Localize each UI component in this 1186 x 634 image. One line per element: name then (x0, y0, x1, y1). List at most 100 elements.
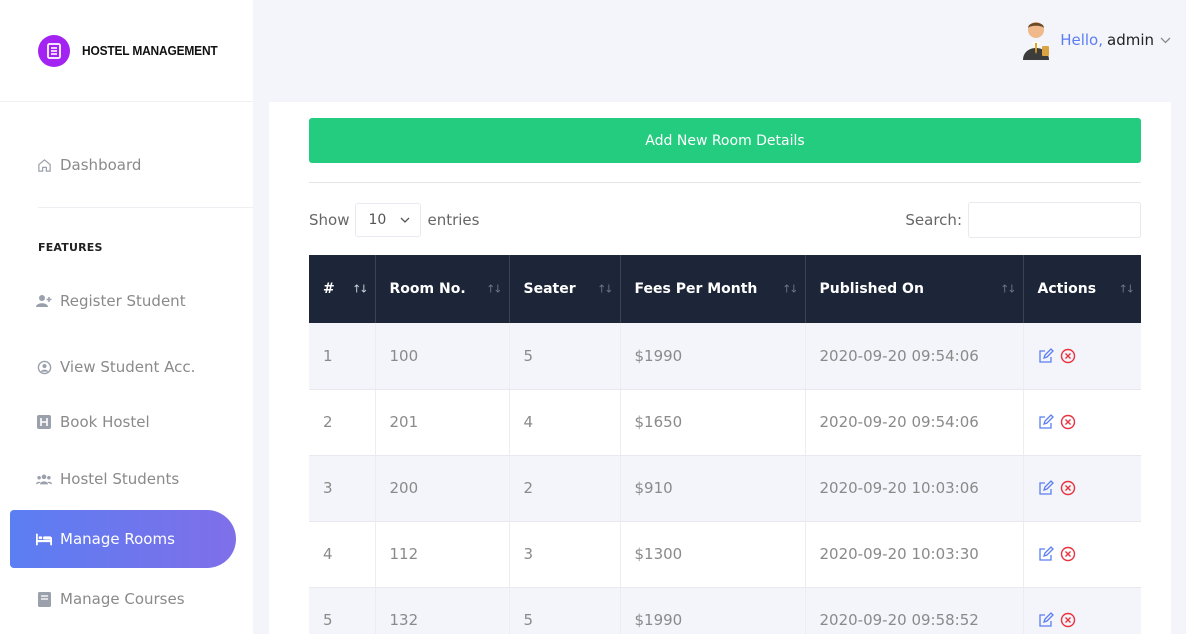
sidebar-item-label: Manage Rooms (60, 530, 175, 548)
user-menu[interactable]: Hello, admin (1020, 20, 1172, 60)
cell-fees: $910 (620, 455, 806, 522)
entries-label: entries (427, 211, 480, 229)
cell-number: 4 (309, 521, 376, 588)
table-header-row: # ↑↓ Room No. ↑↓ Seater ↑↓ Fees Per Month ↑↓… (309, 255, 1141, 323)
top-header: Hello, admin (253, 0, 1186, 102)
show-label: Show (309, 211, 350, 229)
cell-published-on: 2020-09-20 10:03:06 (805, 455, 1024, 522)
hotel-icon (36, 414, 52, 430)
sort-icon: ↑↓ (352, 282, 369, 296)
cell-seater: 2 (509, 455, 621, 522)
user-plus-icon (36, 293, 52, 309)
cell-fees: $1990 (620, 323, 806, 390)
edit-icon[interactable] (1038, 546, 1054, 562)
search-label: Search: (905, 211, 962, 229)
main-panel: Add New Room Details Show 10 entries Sea… (269, 102, 1171, 634)
edit-icon[interactable] (1038, 612, 1054, 628)
column-header-seater[interactable]: Seater ↑↓ (509, 255, 621, 323)
edit-icon[interactable] (1038, 414, 1054, 430)
cell-published-on: 2020-09-20 10:03:30 (805, 521, 1024, 588)
username: admin (1107, 31, 1154, 49)
edit-icon[interactable] (1038, 480, 1054, 496)
sidebar-item-manage-rooms[interactable]: Manage Rooms (10, 510, 236, 568)
cell-number: 2 (309, 389, 376, 456)
sidebar-item-dashboard[interactable]: Dashboard (10, 136, 236, 194)
users-icon (36, 471, 52, 487)
sidebar-item-label: Manage Courses (60, 590, 185, 608)
greeting-text: Hello, (1060, 31, 1103, 49)
cell-published-on: 2020-09-20 09:58:52 (805, 587, 1024, 634)
rooms-table: # ↑↓ Room No. ↑↓ Seater ↑↓ Fees Per Month ↑↓… (309, 255, 1141, 634)
add-new-room-button[interactable]: Add New Room Details (309, 118, 1141, 163)
sort-icon: ↑↓ (1118, 282, 1136, 296)
divider (309, 182, 1141, 183)
bed-icon (36, 531, 52, 547)
cell-room-no: 132 (375, 587, 510, 634)
user-circle-icon (36, 359, 52, 375)
sidebar-divider (38, 207, 253, 208)
cell-fees: $1650 (620, 389, 806, 456)
sidebar-section-label: FEATURES (38, 241, 103, 254)
chevron-down-icon (400, 217, 410, 223)
sort-icon: ↑↓ (486, 282, 503, 296)
cell-seater: 5 (509, 323, 621, 390)
edit-icon[interactable] (1038, 347, 1054, 364)
hostel-logo-icon (38, 34, 70, 67)
delete-icon[interactable] (1060, 414, 1076, 430)
avatar (1020, 20, 1052, 60)
entries-select-value: 10 (368, 212, 387, 228)
cell-number: 3 (309, 455, 376, 522)
sidebar-item-book-hostel[interactable]: Book Hostel (10, 393, 236, 451)
sort-icon: ↑↓ (782, 282, 799, 296)
column-header-published-on[interactable]: Published On ↑↓ (805, 255, 1024, 323)
brand[interactable]: HOSTEL MANAGEMENT (0, 0, 253, 102)
cell-actions (1023, 587, 1141, 634)
cell-room-no: 100 (375, 323, 510, 390)
cell-seater: 4 (509, 389, 621, 456)
table-row: 5 132 5 $1990 2020-09-20 09:58:52 (309, 587, 1141, 634)
sidebar-item-register-student[interactable]: Register Student (10, 272, 236, 330)
cell-room-no: 200 (375, 455, 510, 522)
table-row: 1 100 5 $1990 2020-09-20 09:54:06 (309, 323, 1141, 390)
cell-actions (1023, 389, 1141, 456)
sidebar-item-manage-courses[interactable]: Manage Courses (10, 570, 236, 628)
delete-icon[interactable] (1060, 612, 1076, 628)
sidebar-item-hostel-students[interactable]: Hostel Students (10, 450, 236, 508)
delete-icon[interactable] (1060, 480, 1076, 496)
chevron-down-icon (1160, 34, 1172, 46)
cell-room-no: 201 (375, 389, 510, 456)
table-row: 2 201 4 $1650 2020-09-20 09:54:06 (309, 389, 1141, 456)
cell-fees: $1300 (620, 521, 806, 588)
book-icon (36, 591, 52, 607)
sidebar-item-view-student-acc[interactable]: View Student Acc. (10, 338, 236, 396)
column-header-room-no[interactable]: Room No. ↑↓ (375, 255, 510, 323)
cell-published-on: 2020-09-20 09:54:06 (805, 389, 1024, 456)
cell-actions (1023, 521, 1141, 588)
sidebar-item-label: Book Hostel (60, 413, 150, 431)
column-header-actions[interactable]: Actions ↑↓ (1023, 255, 1141, 323)
cell-actions (1023, 323, 1141, 390)
entries-select[interactable]: 10 (355, 203, 422, 237)
search-input[interactable] (968, 202, 1141, 238)
delete-icon[interactable] (1060, 348, 1076, 364)
entries-length-control: Show 10 entries (309, 202, 479, 238)
sort-icon: ↑↓ (1000, 282, 1017, 296)
brand-name: HOSTEL MANAGEMENT (82, 43, 218, 58)
cell-room-no: 112 (375, 521, 510, 588)
sidebar-item-label: Dashboard (60, 156, 142, 174)
row-actions (1038, 347, 1128, 364)
delete-icon[interactable] (1060, 546, 1076, 562)
column-header-number[interactable]: # ↑↓ (309, 255, 376, 323)
table-row: 4 112 3 $1300 2020-09-20 10:03:30 (309, 521, 1141, 588)
cell-number: 1 (309, 323, 376, 390)
sidebar-item-label: View Student Acc. (60, 358, 196, 376)
sidebar: HOSTEL MANAGEMENT Dashboard FEATURES Reg… (0, 0, 253, 634)
column-header-fees[interactable]: Fees Per Month ↑↓ (620, 255, 806, 323)
cell-seater: 5 (509, 587, 621, 634)
row-actions (1038, 480, 1128, 496)
row-actions (1038, 612, 1128, 628)
sidebar-item-label: Hostel Students (60, 470, 180, 488)
row-actions (1038, 414, 1128, 430)
sidebar-item-label: Register Student (60, 292, 186, 310)
home-icon (36, 157, 52, 173)
